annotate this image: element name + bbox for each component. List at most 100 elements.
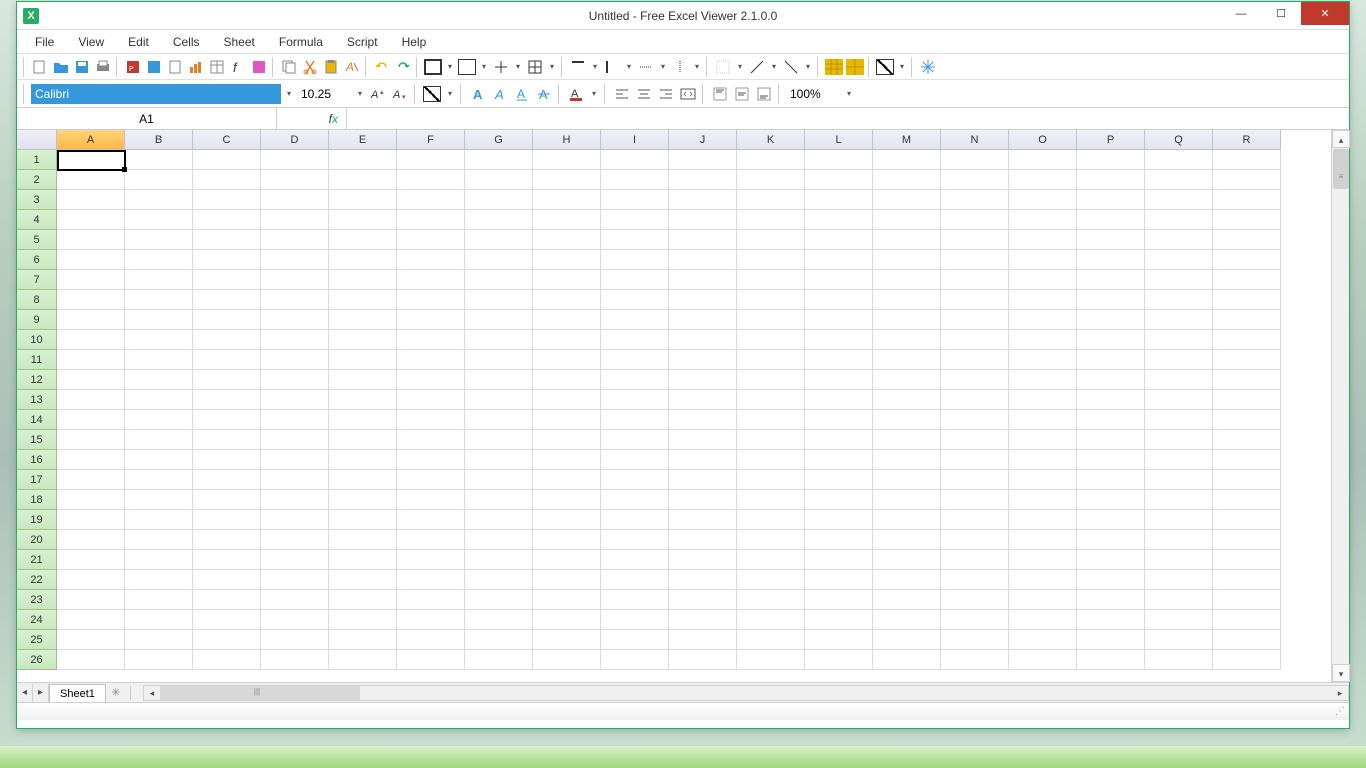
cell[interactable] xyxy=(1145,250,1213,270)
cell[interactable] xyxy=(193,510,261,530)
cell[interactable] xyxy=(805,470,873,490)
cell[interactable] xyxy=(737,550,805,570)
cell[interactable] xyxy=(465,570,533,590)
cell[interactable] xyxy=(601,370,669,390)
cell[interactable] xyxy=(193,650,261,670)
border-left-icon[interactable] xyxy=(602,57,622,77)
cell[interactable] xyxy=(873,530,941,550)
cell[interactable] xyxy=(193,550,261,570)
row-header[interactable]: 23 xyxy=(17,590,57,610)
cell[interactable] xyxy=(329,590,397,610)
sheet-tab-1[interactable]: Sheet1 xyxy=(49,684,106,702)
cell[interactable] xyxy=(397,490,465,510)
fill-color-dropdown[interactable]: ▾ xyxy=(444,84,456,104)
cell[interactable] xyxy=(193,490,261,510)
cell[interactable] xyxy=(57,470,125,490)
cell[interactable] xyxy=(397,330,465,350)
cell[interactable] xyxy=(533,270,601,290)
cell[interactable] xyxy=(669,550,737,570)
cell[interactable] xyxy=(1009,270,1077,290)
cell[interactable] xyxy=(329,150,397,170)
cell[interactable] xyxy=(533,150,601,170)
cell[interactable] xyxy=(737,630,805,650)
column-header[interactable]: Q xyxy=(1145,130,1213,150)
cell[interactable] xyxy=(57,450,125,470)
cell[interactable] xyxy=(57,390,125,410)
cell[interactable] xyxy=(397,390,465,410)
column-header[interactable]: D xyxy=(261,130,329,150)
cell[interactable] xyxy=(1213,390,1281,410)
cell[interactable] xyxy=(1009,190,1077,210)
cell[interactable] xyxy=(57,250,125,270)
cell[interactable] xyxy=(397,410,465,430)
cell[interactable] xyxy=(1213,410,1281,430)
cell[interactable] xyxy=(1077,190,1145,210)
cell[interactable] xyxy=(465,150,533,170)
border-box-icon[interactable] xyxy=(457,57,477,77)
row-header[interactable]: 26 xyxy=(17,650,57,670)
cell[interactable] xyxy=(329,610,397,630)
cell[interactable] xyxy=(397,550,465,570)
row-header[interactable]: 13 xyxy=(17,390,57,410)
new-sheet-button[interactable]: ✳ xyxy=(106,686,126,699)
border-all-icon[interactable] xyxy=(525,57,545,77)
cell[interactable] xyxy=(1009,410,1077,430)
cell[interactable] xyxy=(193,350,261,370)
cell[interactable] xyxy=(737,490,805,510)
cell[interactable] xyxy=(669,610,737,630)
cell[interactable] xyxy=(465,390,533,410)
column-header[interactable]: I xyxy=(601,130,669,150)
cell[interactable] xyxy=(397,210,465,230)
insert-table-icon[interactable] xyxy=(207,57,227,77)
copy-icon[interactable] xyxy=(279,57,299,77)
cell[interactable] xyxy=(465,450,533,470)
cell[interactable] xyxy=(873,630,941,650)
cell[interactable] xyxy=(193,150,261,170)
cell[interactable] xyxy=(465,590,533,610)
cell[interactable] xyxy=(1213,370,1281,390)
save-icon[interactable] xyxy=(72,57,92,77)
cell[interactable] xyxy=(1009,470,1077,490)
cell[interactable] xyxy=(805,250,873,270)
cell[interactable] xyxy=(1145,350,1213,370)
border-style-icon[interactable] xyxy=(875,57,895,77)
cell[interactable] xyxy=(737,370,805,390)
cell[interactable] xyxy=(805,170,873,190)
cell[interactable] xyxy=(329,490,397,510)
column-header[interactable]: J xyxy=(669,130,737,150)
cell[interactable] xyxy=(941,390,1009,410)
cell[interactable] xyxy=(601,270,669,290)
cell[interactable] xyxy=(329,450,397,470)
cell[interactable] xyxy=(397,510,465,530)
cell[interactable] xyxy=(1145,190,1213,210)
cell[interactable] xyxy=(329,370,397,390)
cell[interactable] xyxy=(57,550,125,570)
column-header[interactable]: G xyxy=(465,130,533,150)
cell[interactable] xyxy=(125,270,193,290)
menu-sheet[interactable]: Sheet xyxy=(214,33,265,51)
cell[interactable] xyxy=(1009,550,1077,570)
cell[interactable] xyxy=(873,430,941,450)
cell[interactable] xyxy=(193,210,261,230)
cell[interactable] xyxy=(465,290,533,310)
cell[interactable] xyxy=(669,330,737,350)
cell[interactable] xyxy=(397,310,465,330)
clear-format-icon[interactable]: A xyxy=(342,57,362,77)
cell[interactable] xyxy=(125,510,193,530)
cell[interactable] xyxy=(57,330,125,350)
row-header[interactable]: 6 xyxy=(17,250,57,270)
cell[interactable] xyxy=(193,190,261,210)
cell[interactable] xyxy=(601,510,669,530)
border-left-dropdown[interactable]: ▾ xyxy=(623,57,635,77)
cell[interactable] xyxy=(873,390,941,410)
cell[interactable] xyxy=(873,270,941,290)
close-button[interactable]: ✕ xyxy=(1301,2,1349,25)
cell[interactable] xyxy=(533,410,601,430)
cell[interactable] xyxy=(1145,150,1213,170)
cell[interactable] xyxy=(941,450,1009,470)
cell[interactable] xyxy=(669,310,737,330)
cell[interactable] xyxy=(1077,290,1145,310)
cell[interactable] xyxy=(397,350,465,370)
cell[interactable] xyxy=(1077,330,1145,350)
column-header[interactable]: A xyxy=(57,130,125,150)
